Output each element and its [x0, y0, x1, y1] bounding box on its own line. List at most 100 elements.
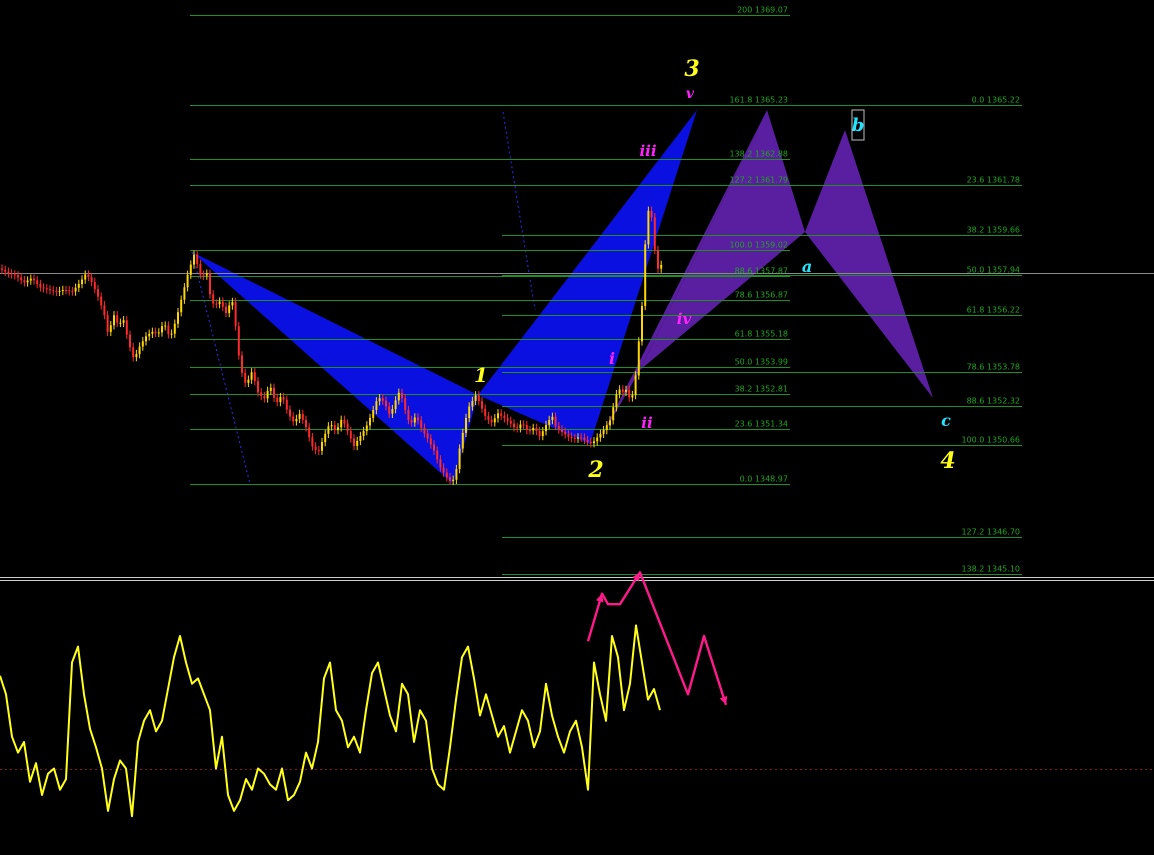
candle-body: [445, 472, 448, 478]
candle-body: [541, 431, 544, 437]
candle-body: [314, 446, 317, 451]
candle-body: [500, 413, 503, 416]
wave-label-iii: iii: [639, 142, 656, 160]
candle-body: [449, 477, 451, 481]
candle-body: [148, 333, 151, 337]
candle-body: [397, 392, 400, 401]
candle-body: [330, 425, 333, 427]
wave-label-ii: ii: [641, 414, 653, 432]
candle-body: [481, 401, 483, 409]
candle-body: [647, 210, 650, 245]
wave-label-i: i: [609, 349, 615, 368]
candle-body: [641, 305, 643, 342]
candle-body: [628, 389, 631, 398]
candle-body: [141, 341, 144, 347]
candle-body: [55, 291, 58, 293]
candle-body: [74, 287, 77, 292]
fib-level-label: 100.0 1359.02: [729, 241, 788, 250]
candle-body: [157, 332, 160, 334]
candle-body: [471, 400, 474, 407]
candle-body: [109, 325, 112, 332]
fib-right-level-label: 50.0 1357.94: [967, 266, 1020, 275]
candle-body: [250, 372, 253, 380]
candle-body: [170, 333, 173, 335]
candle-body: [436, 450, 439, 460]
candle-body: [394, 400, 397, 410]
candle-body: [532, 427, 535, 431]
candle-body: [49, 289, 51, 291]
candle-body: [378, 398, 381, 402]
candle-body: [234, 302, 237, 327]
candle-body: [423, 427, 426, 434]
candle-body: [455, 469, 458, 480]
candle-body: [388, 406, 391, 414]
fib-level-label: 23.6 1351.34: [735, 420, 788, 429]
candle-body: [644, 244, 647, 306]
candle-body: [516, 427, 519, 429]
fib-right-level-label: 61.8 1356.22: [967, 306, 1020, 315]
candle-body: [401, 392, 403, 399]
candle-body: [589, 441, 592, 444]
fib-extension-label: 127.2 1346.70: [961, 528, 1020, 537]
candle-body: [119, 322, 122, 324]
candle-body: [497, 413, 499, 419]
candle-body: [442, 467, 445, 473]
candle-body: [349, 431, 352, 439]
fib-level-label: 161.8 1365.23: [729, 96, 788, 105]
candle-body: [193, 254, 195, 265]
candle-body: [535, 427, 538, 432]
candle-body: [346, 423, 349, 432]
candle-body: [484, 408, 487, 417]
candle-body: [305, 419, 307, 428]
candle-body: [263, 396, 266, 399]
candle-body: [279, 397, 282, 403]
candle-body: [244, 372, 247, 383]
candle-body: [356, 440, 359, 446]
candle-body: [509, 420, 512, 424]
candle-body: [97, 289, 99, 297]
candle-body: [4, 269, 7, 272]
candle-body: [340, 419, 343, 428]
candle-body: [493, 418, 496, 423]
candle-body: [433, 444, 435, 451]
wave-label-iv: iv: [677, 310, 692, 328]
candle-body: [212, 294, 215, 304]
candle-body: [308, 427, 311, 438]
candle-body: [298, 413, 301, 419]
fib-right-level-label: 23.6 1361.78: [967, 176, 1020, 185]
candle-body: [333, 425, 336, 431]
candle-body: [369, 417, 371, 426]
fib-level-label: 138.2 1362.88: [729, 150, 788, 159]
candle-body: [468, 406, 471, 418]
candle-body: [653, 217, 656, 250]
candle-body: [81, 279, 83, 285]
candle-body: [260, 392, 263, 397]
candle-body: [609, 420, 611, 426]
candle-body: [231, 302, 234, 306]
candle-body: [359, 436, 362, 441]
candle-body: [618, 389, 621, 395]
candle-body: [426, 433, 429, 439]
candle-body: [228, 305, 231, 313]
candle-body: [634, 375, 637, 396]
candle-body: [205, 273, 208, 276]
candle-body: [1, 268, 3, 270]
candle-body: [660, 264, 663, 269]
candle-body: [564, 431, 567, 435]
candle-body: [285, 399, 288, 410]
candle-body: [458, 448, 461, 470]
candle-body: [266, 390, 269, 399]
candle-body: [513, 423, 515, 428]
candle-body: [36, 280, 39, 285]
candle-body: [612, 407, 615, 421]
candle-body: [362, 431, 365, 437]
candle-body: [561, 429, 563, 432]
candle-body: [404, 398, 407, 411]
candle-body: [276, 397, 279, 403]
fib-right-level-label: 100.0 1350.66: [961, 436, 1020, 445]
candle-body: [292, 416, 295, 422]
candle-body: [317, 450, 320, 452]
candle-body: [7, 271, 10, 274]
candle-body: [321, 442, 323, 451]
candle-body: [548, 419, 551, 425]
